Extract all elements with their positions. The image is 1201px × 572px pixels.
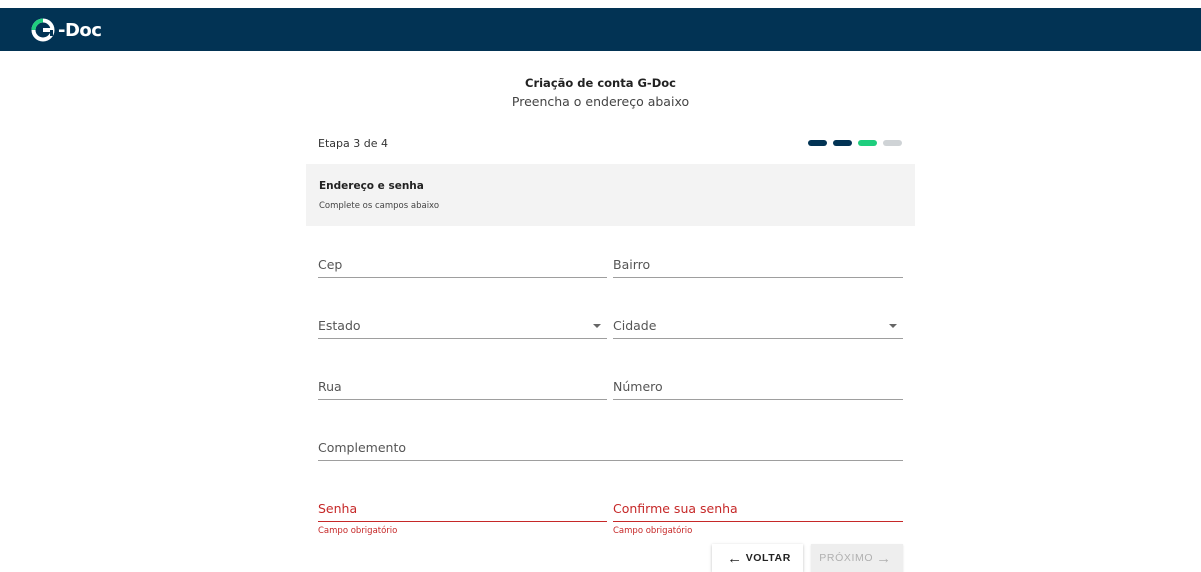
cep-label: Cep (318, 257, 343, 272)
senha-error-text: Campo obrigatório (318, 526, 398, 536)
g-doc-logo[interactable]: -Doc (30, 17, 102, 43)
logo-text: -Doc (58, 19, 102, 41)
numero-input[interactable]: Número (613, 369, 903, 400)
rua-input[interactable]: Rua (318, 369, 607, 400)
step-dot-1 (808, 140, 827, 146)
page-title: Criação de conta G-Doc (525, 76, 676, 90)
complemento-input[interactable]: Complemento (318, 430, 903, 461)
step-dot-3 (858, 140, 877, 146)
g-logo-icon (31, 18, 55, 42)
numero-label: Número (613, 379, 663, 394)
page-heading: Criação de conta G-Doc Preencha o endere… (0, 76, 1201, 111)
step-dot-4 (883, 140, 902, 146)
confirme-senha-label: Confirme sua senha (613, 501, 738, 516)
cep-input[interactable]: Cep (318, 247, 607, 278)
next-button[interactable]: PRÓXIMO → (811, 544, 903, 572)
bairro-input[interactable]: Bairro (613, 247, 903, 278)
arrow-right-icon: → (876, 549, 892, 567)
section-title: Endereço e senha (319, 180, 424, 192)
section-subtitle: Complete os campos abaixo (319, 201, 440, 211)
complemento-label: Complemento (318, 440, 406, 455)
estado-select[interactable]: Estado (318, 308, 607, 339)
page-subtitle: Preencha o endereço abaixo (511, 94, 690, 109)
senha-input[interactable]: Senha (318, 491, 607, 522)
bairro-label: Bairro (613, 257, 651, 272)
confirme-senha-input[interactable]: Confirme sua senha (613, 491, 903, 522)
top-bar: -Doc (0, 8, 1201, 51)
cidade-select[interactable]: Cidade (613, 308, 903, 339)
estado-label: Estado (318, 318, 361, 333)
confirme-senha-error-text: Campo obrigatório (613, 526, 693, 536)
cidade-label: Cidade (613, 318, 657, 333)
chevron-down-icon[interactable] (593, 324, 601, 328)
senha-label: Senha (318, 501, 358, 516)
step-dot-2 (833, 140, 852, 146)
chevron-down-icon[interactable] (889, 324, 897, 328)
step-indicator (808, 140, 902, 146)
section-header: Endereço e senha Complete os campos abai… (306, 164, 915, 226)
arrow-left-icon: ← (727, 549, 743, 567)
next-button-label: PRÓXIMO (819, 552, 874, 564)
back-button-label: VOLTAR (745, 552, 791, 564)
step-label: Etapa 3 de 4 (318, 137, 388, 150)
rua-label: Rua (318, 379, 342, 394)
back-button[interactable]: ← VOLTAR (712, 544, 803, 572)
